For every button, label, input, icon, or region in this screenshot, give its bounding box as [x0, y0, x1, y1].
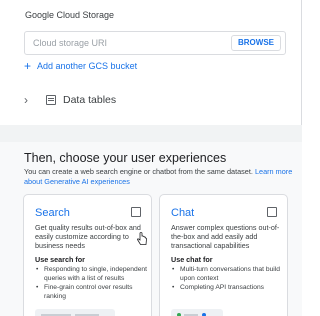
chat-use-list: Multi-turn conversations that build upon…: [171, 266, 283, 294]
search-use-item: Responding to single, independent querie…: [35, 266, 147, 283]
user-experience-section: Then, choose your user experiences You c…: [0, 142, 302, 316]
gcs-section: Google Cloud Storage Cloud storage URI B…: [0, 0, 302, 139]
search-use-list: Responding to single, independent querie…: [35, 266, 147, 302]
experience-description-text: You can create a web search engine or ch…: [24, 167, 253, 176]
gcs-section-label: Google Cloud Storage: [25, 10, 115, 20]
browse-button[interactable]: BROWSE: [231, 35, 281, 51]
data-tables-label: Data tables: [63, 94, 117, 106]
chat-card-title: Chat: [171, 207, 195, 219]
experience-description: You can create a web search engine or ch…: [24, 167, 298, 186]
search-card-title: Search: [35, 207, 70, 219]
chat-use-item: Completing API transactions: [171, 284, 283, 293]
chat-experience-card[interactable]: Chat Answer complex questions out-of-the…: [159, 194, 288, 316]
plus-icon: +: [24, 58, 32, 73]
search-use-item: Fine-grain control over results ranking: [35, 284, 147, 301]
uri-placeholder: Cloud storage URI: [33, 38, 108, 48]
chat-preview-thumbnail: [171, 309, 223, 316]
section-divider: [0, 125, 302, 142]
search-use-label: Use search for: [35, 255, 85, 264]
chat-use-label: Use chat for: [171, 255, 213, 264]
search-preview-thumbnail: [35, 309, 115, 316]
experience-title: Then, choose your user experiences: [24, 151, 227, 165]
chat-checkbox[interactable]: [267, 207, 277, 217]
add-bucket-label: Add another GCS bucket: [37, 61, 138, 71]
add-bucket-link[interactable]: + Add another GCS bucket: [24, 58, 138, 73]
chat-use-item: Multi-turn conversations that build upon…: [171, 266, 283, 283]
search-experience-card[interactable]: Search Get quality results out-of-box an…: [23, 194, 152, 316]
search-checkbox[interactable]: [131, 207, 141, 217]
chevron-right-icon: ›: [24, 93, 28, 107]
data-tables-expander[interactable]: › Data tables: [24, 93, 116, 107]
search-card-description: Get quality results out-of-box and easil…: [35, 223, 141, 251]
chat-card-description: Answer complex questions out-of-the-box …: [171, 223, 280, 251]
table-icon: [46, 95, 56, 105]
cloud-storage-uri-input[interactable]: Cloud storage URI BROWSE: [24, 31, 286, 55]
mouse-pointer-icon: [137, 232, 147, 245]
